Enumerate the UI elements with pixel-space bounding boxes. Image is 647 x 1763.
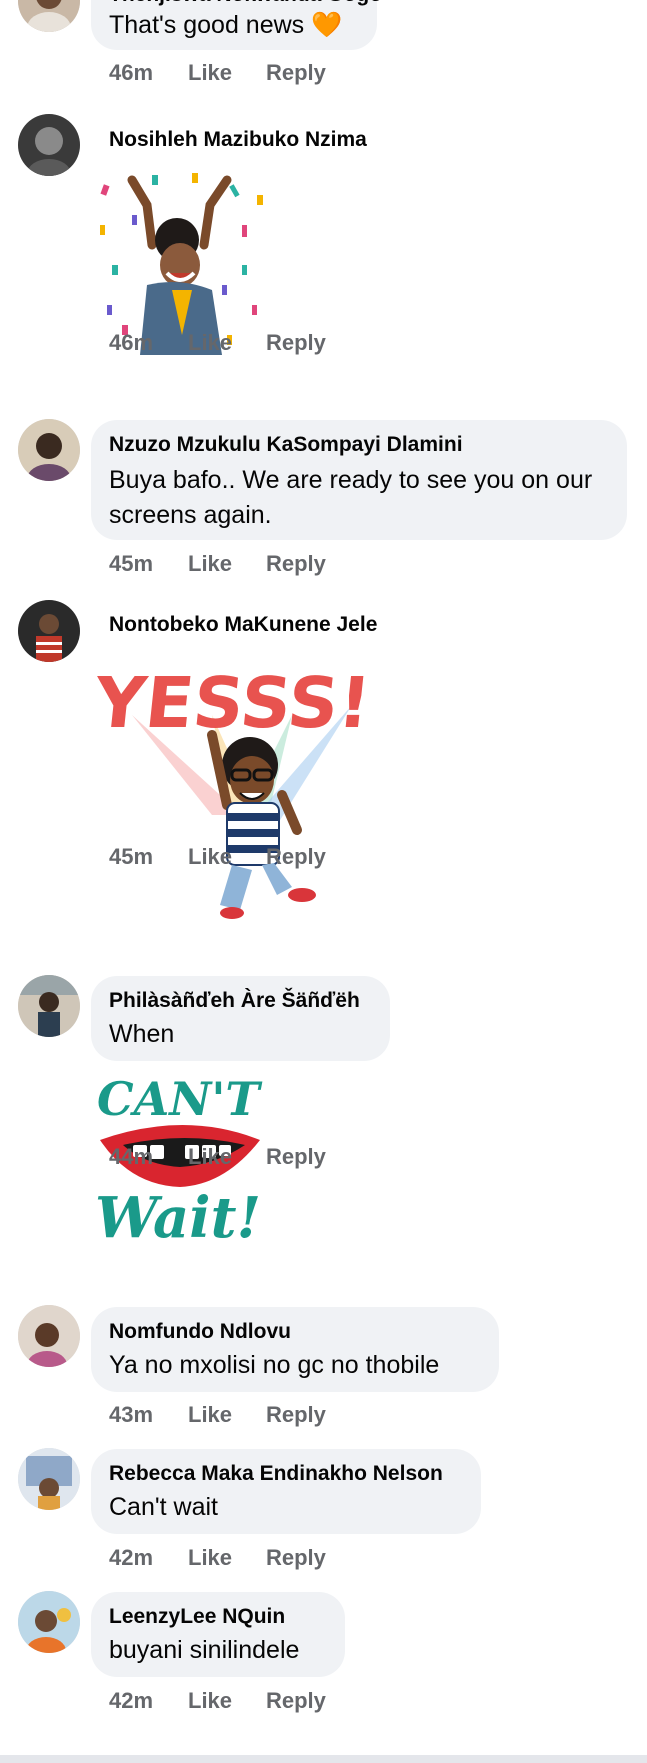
like-button[interactable]: Like [188, 1144, 266, 1170]
avatar[interactable] [18, 1305, 80, 1367]
like-button[interactable]: Like [188, 1402, 266, 1428]
comment-actions: 46m Like Reply [109, 60, 326, 86]
comment-time: 42m [109, 1545, 154, 1570]
avatar[interactable] [18, 0, 80, 32]
comment-author[interactable]: Nontobeko MaKunene Jele [109, 611, 377, 639]
comment-time: 44m [109, 1144, 154, 1169]
avatar[interactable] [18, 419, 80, 481]
like-button[interactable]: Like [188, 844, 266, 870]
comment-author[interactable]: Rebecca Maka Endinakho Nelson [109, 1460, 463, 1488]
like-button[interactable]: Like [188, 551, 266, 577]
comment-author[interactable]: Nzuzo Mzukulu KaSompayi Dlamini [109, 431, 609, 459]
sticker-text: YESSS! [92, 662, 372, 744]
comment-author[interactable]: Nosihleh Mazibuko Nzima [109, 126, 367, 154]
sticker-text-top: CAN'T [97, 1072, 263, 1126]
reply-button[interactable]: Reply [266, 60, 326, 86]
comment-actions: 45m Like Reply [109, 551, 326, 577]
comment-actions: 46m Like Reply [109, 330, 326, 356]
bottom-divider [0, 1755, 647, 1763]
comment-bubble: Philàsàñďeh Àre Šäñďëh When [91, 976, 390, 1061]
comment-actions: 44m Like Reply [109, 1144, 326, 1170]
comment-author[interactable]: Nomfundo Ndlovu [109, 1318, 481, 1346]
comment-text: When [109, 1020, 175, 1048]
comment-text: Buya bafo.. We are ready to see you on o… [109, 466, 593, 529]
comment-bubble: Nomfundo Ndlovu Ya no mxolisi no gc no t… [91, 1307, 499, 1392]
reply-button[interactable]: Reply [266, 551, 326, 577]
reply-button[interactable]: Reply [266, 844, 326, 870]
avatar[interactable] [18, 114, 80, 176]
comment-time: 46m [109, 330, 154, 355]
like-button[interactable]: Like [188, 330, 266, 356]
comment-bubble: Rebecca Maka Endinakho Nelson Can't wait [91, 1449, 481, 1534]
comment-bubble: Thenjiswa Nokwanda Gogo That's good news… [91, 0, 382, 50]
reply-button[interactable]: Reply [266, 1545, 326, 1571]
comment-text: Can't wait [109, 1493, 218, 1521]
sticker-text-bottom: Wait! [95, 1185, 261, 1245]
reply-button[interactable]: Reply [266, 1402, 326, 1428]
comment-text: That's good news 🧡 [109, 10, 343, 39]
yesss-jumping-sticker[interactable]: YESSS! [90, 655, 375, 925]
comment-author[interactable]: LeenzyLee NQuin [109, 1603, 327, 1631]
comment-bubble: LeenzyLee NQuin buyani sinilindele [91, 1592, 345, 1677]
comment-text: buyani sinilindele [109, 1636, 300, 1664]
comment-actions: 42m Like Reply [109, 1545, 326, 1571]
avatar[interactable] [18, 1448, 80, 1510]
avatar[interactable] [18, 600, 80, 662]
comment-time: 46m [109, 60, 154, 85]
comment-time: 45m [109, 844, 154, 869]
comment-actions: 43m Like Reply [109, 1402, 326, 1428]
comment-actions: 45m Like Reply [109, 844, 326, 870]
like-button[interactable]: Like [188, 1688, 266, 1714]
like-button[interactable]: Like [188, 1545, 266, 1571]
comment-time: 42m [109, 1688, 154, 1713]
avatar[interactable] [18, 975, 80, 1037]
reply-button[interactable]: Reply [266, 1144, 326, 1170]
comment-actions: 42m Like Reply [109, 1688, 326, 1714]
comment-time: 45m [109, 551, 154, 576]
orange-heart-icon: 🧡 [311, 10, 343, 39]
comment-text: Ya no mxolisi no gc no thobile [109, 1351, 440, 1379]
comment-author[interactable]: Philàsàñďeh Àre Šäñďëh [109, 987, 372, 1015]
like-button[interactable]: Like [188, 60, 266, 86]
reply-button[interactable]: Reply [266, 1688, 326, 1714]
avatar[interactable] [18, 1591, 80, 1653]
comment-bubble: Nzuzo Mzukulu KaSompayi Dlamini Buya baf… [91, 420, 627, 540]
comment-time: 43m [109, 1402, 154, 1427]
reply-button[interactable]: Reply [266, 330, 326, 356]
